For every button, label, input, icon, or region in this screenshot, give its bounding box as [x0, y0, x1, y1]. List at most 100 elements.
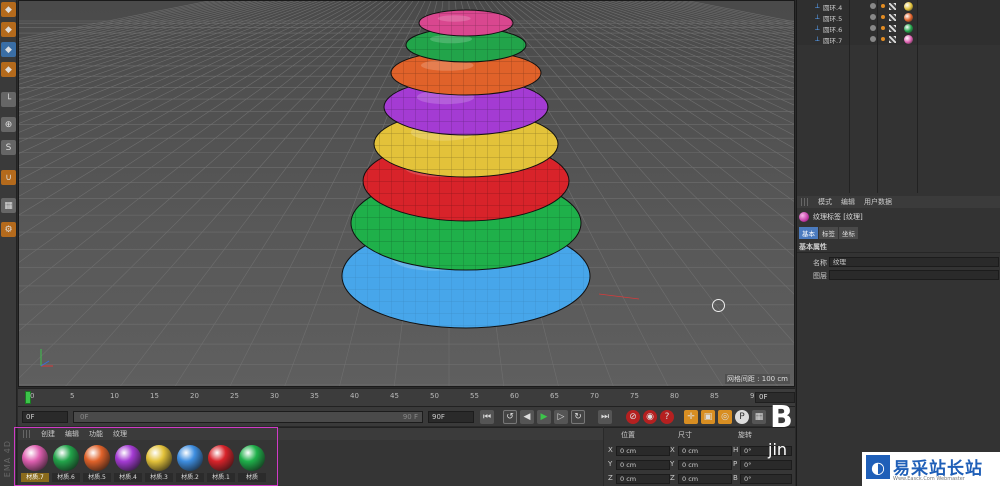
viewport-scene [19, 1, 794, 386]
go-to-start-button[interactable]: ⏮ [480, 410, 494, 424]
visibility-dot-icon[interactable] [870, 3, 876, 9]
help-button[interactable]: ? [660, 410, 674, 424]
object-row[interactable]: ⟂ 圆环.5 [797, 12, 1000, 23]
timeline-tick-label: 75 [630, 392, 639, 400]
material-label: 材质.6 [52, 473, 80, 482]
material-label: 材质.1 [207, 473, 235, 482]
range-slider[interactable]: 0F 90 F [73, 411, 423, 423]
texture-tag-icon[interactable] [889, 3, 896, 10]
auto-key-button[interactable]: ◉ [643, 410, 657, 424]
mouse-icon[interactable]: ⊕ [1, 117, 16, 132]
attribute-menu: 模式 编辑 用户数据 [797, 196, 1000, 208]
go-to-end-button[interactable]: ⏭ [598, 410, 612, 424]
cube-icon[interactable]: ◆ [1, 62, 16, 77]
menu-userdata[interactable]: 用户数据 [864, 197, 892, 207]
material-swatch-icon[interactable] [904, 24, 913, 33]
x-axis-line [598, 293, 640, 300]
menu-create[interactable]: 创建 [41, 429, 55, 439]
grid-line [19, 1, 354, 167]
move-key-icon[interactable]: ✛ [684, 410, 698, 424]
material-item[interactable]: 材质.2 [176, 444, 204, 484]
gear-icon[interactable]: ⚙ [1, 222, 16, 237]
size-field[interactable]: 0 cm [678, 474, 732, 484]
play-button[interactable]: ▶ [537, 410, 551, 424]
grid-line [19, 1, 300, 90]
menu-function[interactable]: 功能 [89, 429, 103, 439]
layer-field[interactable] [829, 270, 999, 280]
position-field[interactable]: 0 cm [616, 474, 670, 484]
scale-key-icon[interactable]: ▣ [701, 410, 715, 424]
param-key-icon[interactable]: P [735, 410, 749, 424]
material-item[interactable]: 材质.4 [114, 444, 142, 484]
start-frame-field[interactable]: 0F [22, 411, 68, 423]
material-swatch-icon[interactable] [904, 2, 913, 11]
visibility-dot-icon[interactable] [870, 14, 876, 20]
logo-icon: ◐ [866, 455, 890, 479]
end-frame-field[interactable]: 90F [428, 411, 474, 423]
timeline-tick-label: 25 [230, 392, 239, 400]
grid-key-icon[interactable]: ▦ [752, 410, 766, 424]
size-field[interactable]: 0 cm [678, 460, 732, 470]
material-manager: 创建 编辑 功能 纹理 材质.7 材质.6 材质.5 材质.4 材质.3 材质.2 材质.1… [18, 427, 603, 486]
object-row[interactable]: ⟂ 圆环.4 [797, 1, 1000, 12]
menu-edit[interactable]: 编辑 [841, 197, 855, 207]
timeline-tick-label: 45 [390, 392, 399, 400]
material-item[interactable]: 材质 [238, 444, 266, 484]
timeline-tick-label: 55 [470, 392, 479, 400]
timeline-tick-label: 20 [190, 392, 199, 400]
position-field[interactable]: 0 cm [616, 446, 670, 456]
material-item[interactable]: 材质.1 [207, 444, 235, 484]
timeline-tick-label: 30 [270, 392, 279, 400]
name-field[interactable]: 纹理 [829, 257, 999, 267]
record-button[interactable]: ⊘ [626, 410, 640, 424]
texture-tag-icon[interactable] [889, 14, 896, 21]
cube-icon[interactable]: ◆ [1, 22, 16, 37]
material-swatch-icon[interactable] [904, 13, 913, 22]
visibility-dot-icon[interactable] [870, 36, 876, 42]
tab-coords[interactable]: 坐标 [839, 227, 858, 239]
attribute-title: 纹理标签 [纹理] [799, 211, 863, 223]
tab-tag[interactable]: 标签 [819, 227, 838, 239]
cube-icon[interactable]: ◆ [1, 42, 16, 57]
grid-line [628, 1, 794, 45]
material-item[interactable]: 材质.5 [83, 444, 111, 484]
material-swatch-icon[interactable] [904, 35, 913, 44]
prev-frame-button[interactable]: ◀ [520, 410, 534, 424]
grid-line [646, 1, 794, 37]
material-item[interactable]: 材质.3 [145, 444, 173, 484]
timeline-tick-label: 10 [110, 392, 119, 400]
grid-line [19, 1, 264, 64]
tab-basic[interactable]: 基本 [799, 227, 818, 239]
next-key-button[interactable]: ↻ [571, 410, 585, 424]
texture-tag-icon[interactable] [889, 25, 896, 32]
s-icon[interactable]: S [1, 140, 16, 155]
material-item[interactable]: 材质.6 [52, 444, 80, 484]
tag-dot-icon [881, 15, 885, 19]
timeline-tick-label: 5 [70, 392, 75, 400]
timeline-ruler[interactable]: 051015202530354045505560657075808590 [18, 388, 795, 406]
axis-icon[interactable]: └ [1, 92, 16, 107]
rotation-field[interactable]: 0° [740, 460, 792, 470]
menu-mode[interactable]: 模式 [818, 197, 832, 207]
object-row[interactable]: ⟂ 圆环.6 [797, 23, 1000, 34]
material-item[interactable]: 材质.7 [21, 444, 49, 484]
object-row[interactable]: ⟂ 圆环.7 [797, 34, 1000, 45]
next-frame-button[interactable]: ▷ [554, 410, 568, 424]
cube-icon[interactable]: ◆ [1, 2, 16, 17]
magnet-icon[interactable]: ∪ [1, 170, 16, 185]
grid-icon[interactable]: ▦ [1, 198, 16, 213]
rotate-key-icon[interactable]: ◎ [718, 410, 732, 424]
visibility-dot-icon[interactable] [870, 25, 876, 31]
grid-spacing-readout: 网格间距 : 100 cm [724, 374, 790, 384]
menu-edit[interactable]: 编辑 [65, 429, 79, 439]
texture-tag-icon[interactable] [889, 36, 896, 43]
size-field[interactable]: 0 cm [678, 446, 732, 456]
object-name: 圆环.6 [823, 26, 843, 34]
timeline-tick-label: 60 [510, 392, 519, 400]
prev-key-button[interactable]: ↺ [503, 410, 517, 424]
3d-viewport[interactable]: 网格间距 : 100 cm [18, 0, 795, 387]
position-field[interactable]: 0 cm [616, 460, 670, 470]
material-label: 材质.5 [83, 473, 111, 482]
menu-texture[interactable]: 纹理 [113, 429, 127, 439]
rotation-field[interactable]: 0° [740, 474, 792, 484]
